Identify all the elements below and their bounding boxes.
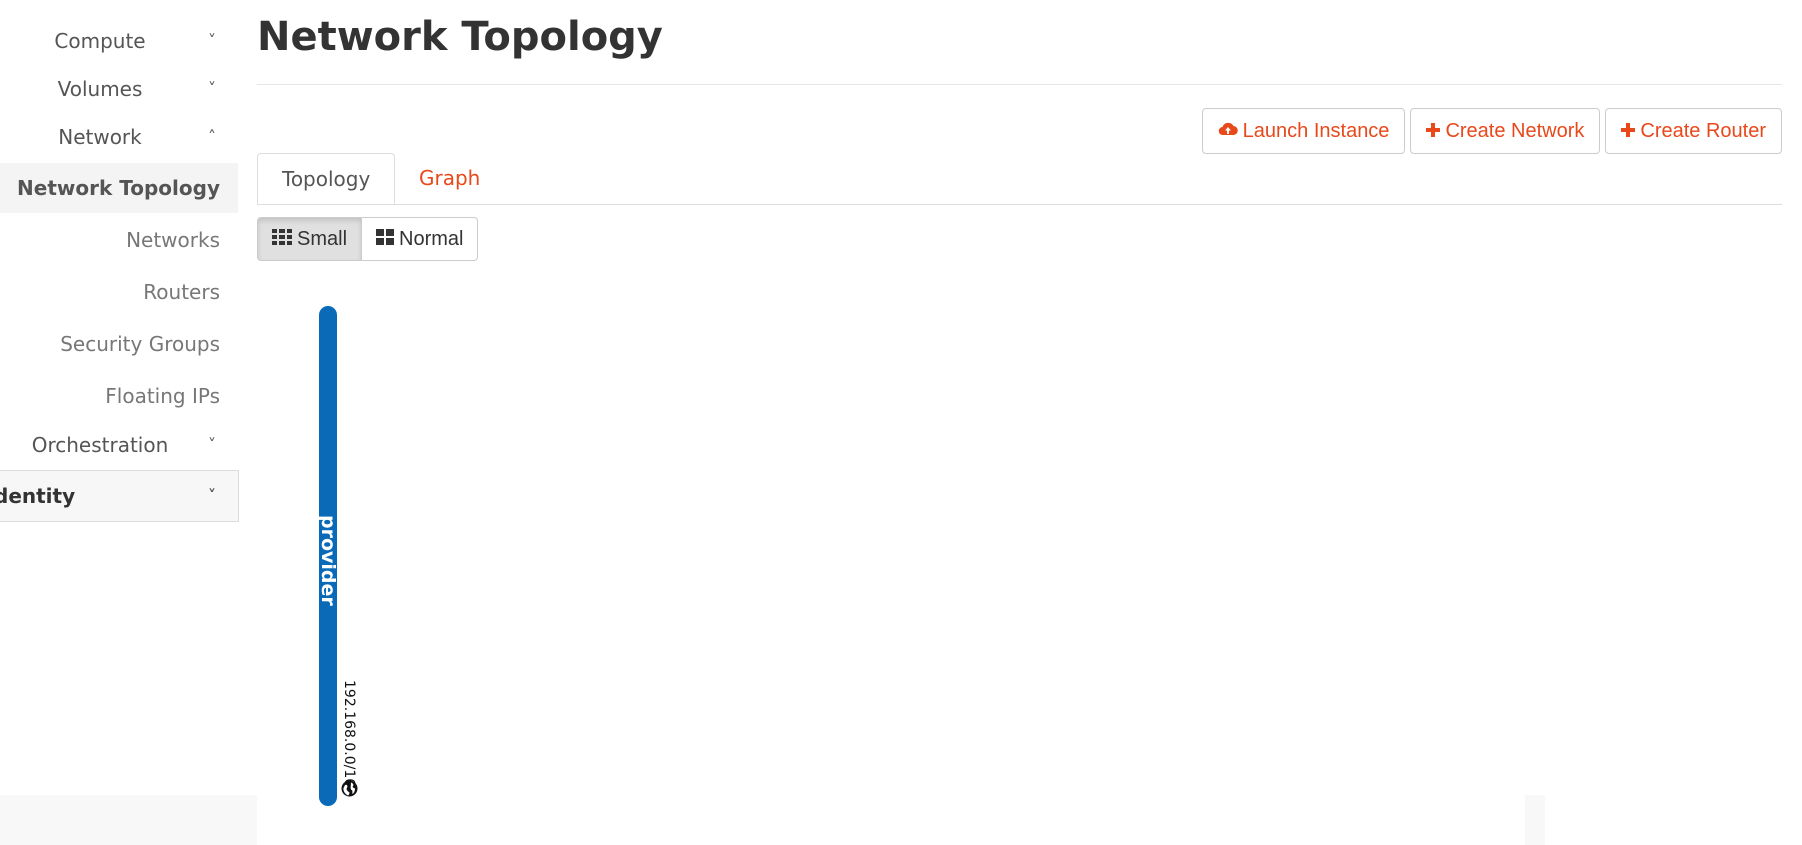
topology-canvas: provider 192.168.0.0/16 <box>257 290 1782 845</box>
sidebar-item-label: Security Groups <box>60 332 220 356</box>
sidebar-item-volumes[interactable]: Volumes ˅ <box>0 66 238 112</box>
launch-instance-label: Launch Instance <box>1242 119 1390 142</box>
globe-icon <box>341 780 358 797</box>
create-network-button[interactable]: Create Network <box>1410 108 1601 154</box>
sidebar-item-network[interactable]: Network ˄ <box>0 114 238 160</box>
cloud-upload-icon <box>1218 120 1238 143</box>
sidebar-item-identity[interactable]: dentity ˅ <box>0 470 239 522</box>
create-router-label: Create Router <box>1640 119 1766 142</box>
sidebar-item-label: Network Topology <box>17 176 220 200</box>
small-view-button[interactable]: Small <box>257 217 363 261</box>
sidebar-item-orchestration[interactable]: Orchestration ˅ <box>0 422 238 468</box>
sidebar-item-label: Compute <box>54 29 146 53</box>
chevron-down-icon: ˅ <box>208 79 216 98</box>
chevron-down-icon: ˅ <box>208 486 216 505</box>
divider <box>257 84 1782 85</box>
chevron-down-icon: ˅ <box>208 435 216 454</box>
sidebar-item-routers[interactable]: Routers <box>0 267 238 317</box>
create-router-button[interactable]: Create Router <box>1605 108 1782 154</box>
plus-icon <box>1426 120 1441 143</box>
sidebar-item-floating-ips[interactable]: Floating IPs <box>0 371 238 421</box>
grid-small-icon <box>272 228 297 251</box>
create-network-label: Create Network <box>1445 119 1585 142</box>
sidebar-item-label: Floating IPs <box>105 384 220 408</box>
sidebar-item-security-groups[interactable]: Security Groups <box>0 319 238 369</box>
sidebar-item-label: dentity <box>0 484 76 508</box>
plus-icon <box>1621 120 1636 143</box>
launch-instance-button[interactable]: Launch Instance <box>1201 108 1406 154</box>
sidebar-footer <box>0 795 257 845</box>
sidebar-item-label: Orchestration <box>31 433 169 457</box>
sidebar-item-label: Network <box>58 125 142 149</box>
main-content: Network Topology Launch Instance Create … <box>257 0 1782 845</box>
sidebar-item-compute[interactable]: Compute ˅ <box>0 18 238 64</box>
chevron-up-icon: ˄ <box>208 127 216 146</box>
tab-topology[interactable]: Topology <box>257 153 396 204</box>
page-edge <box>1525 795 1545 845</box>
view-size-toggle: Small Normal <box>257 217 479 261</box>
page-title: Network Topology <box>257 14 663 60</box>
sidebar-item-network-topology[interactable]: Network Topology <box>0 163 238 213</box>
small-view-label: Small <box>297 227 348 250</box>
action-buttons: Launch Instance Create Network Create Ro… <box>1201 108 1782 154</box>
sidebar-item-networks[interactable]: Networks <box>0 215 238 265</box>
chevron-down-icon: ˅ <box>208 31 216 50</box>
sidebar-item-label: Volumes <box>57 77 143 101</box>
normal-view-button[interactable]: Normal <box>362 217 479 261</box>
network-cidr-label: 192.168.0.0/16 <box>341 680 357 788</box>
sidebar-item-label: Routers <box>143 280 220 304</box>
grid-large-icon <box>376 228 399 251</box>
tab-graph[interactable]: Graph <box>395 153 504 204</box>
tab-bar: Topology Graph <box>257 153 1782 205</box>
normal-view-label: Normal <box>399 227 464 250</box>
sidebar: Compute ˅ Volumes ˅ Network ˄ Network To… <box>0 0 239 795</box>
sidebar-item-label: Networks <box>126 228 220 252</box>
network-name-label: provider <box>317 515 339 606</box>
